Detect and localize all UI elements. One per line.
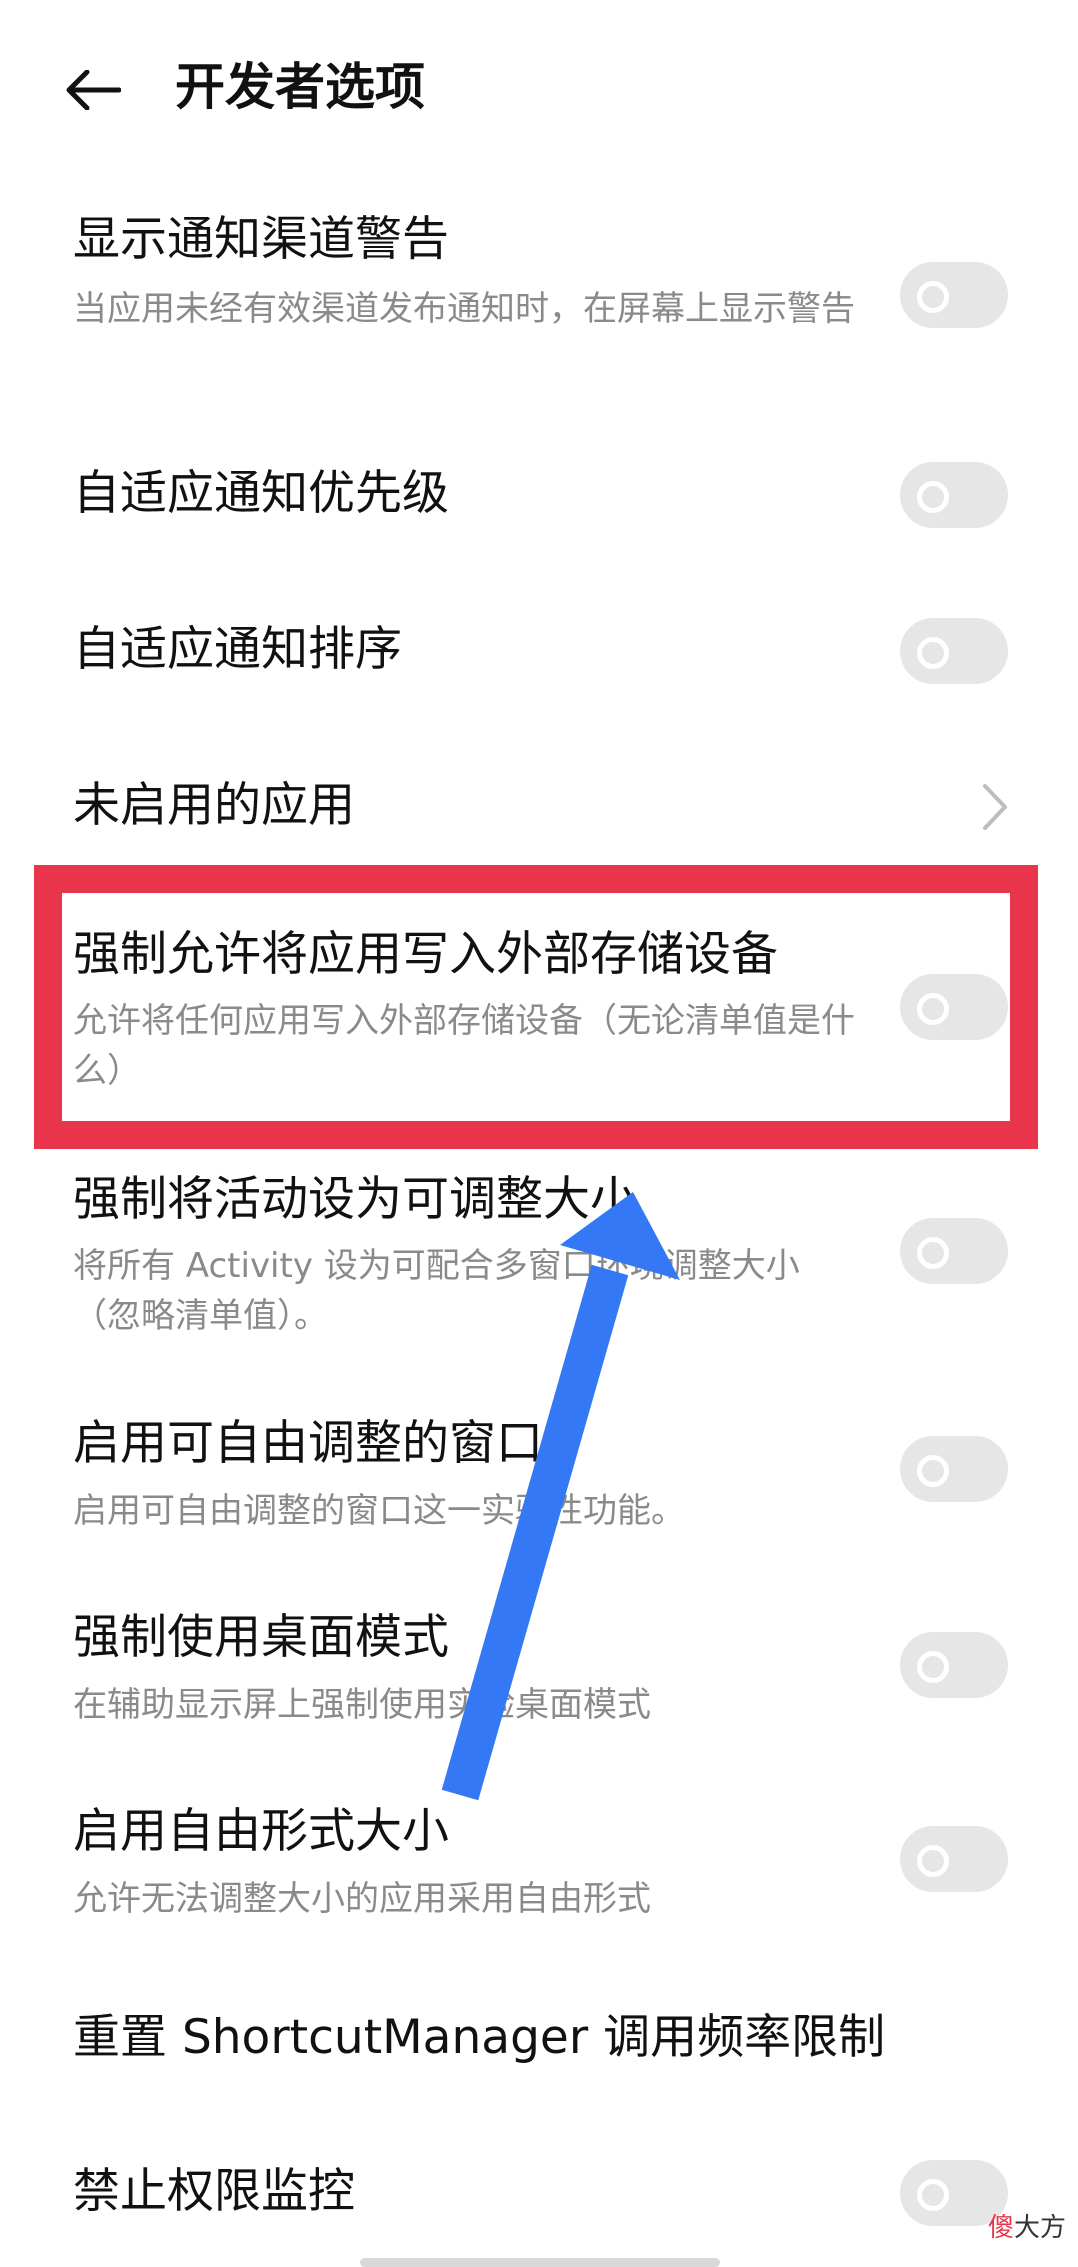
- setting-title-inactive-apps[interactable]: 未启用的应用: [73, 774, 355, 838]
- back-button[interactable]: [58, 55, 128, 125]
- watermark-first-char: 傻: [988, 2213, 1015, 2243]
- setting-subtitle-freeform-windows: 启用可自由调整的窗口这一实验性功能。: [73, 1491, 685, 1531]
- setting-subtitle-force-resizable-activities: 将所有 Activity 设为可配合多窗口环境调整大小（忽略清单值）。: [73, 1246, 800, 1336]
- setting-subtitle-force-allow-external-storage: 允许将任何应用写入外部存储设备（无论清单值是什么）: [73, 1001, 855, 1091]
- page-title: 开发者选项: [175, 58, 425, 116]
- toggle-freeform-windows[interactable]: [900, 1436, 1008, 1502]
- toggle-notification-channel-warning[interactable]: [900, 262, 1008, 328]
- top-app-bar: 开发者选项: [0, 0, 1078, 170]
- setting-title-disable-permission-monitoring[interactable]: 禁止权限监控: [73, 2160, 355, 2224]
- annotation-arrow: [441, 1192, 680, 1801]
- setting-title-freeform-windows[interactable]: 启用可自由调整的窗口: [73, 1412, 543, 1476]
- setting-subtitle-freeform-sizecompat: 允许无法调整大小的应用采用自由形式: [73, 1879, 651, 1919]
- toggle-knob: [917, 637, 949, 669]
- watermark: 傻大方: [988, 2210, 1066, 2246]
- setting-subtitle-force-desktop-mode: 在辅助显示屏上强制使用实验桌面模式: [73, 1685, 651, 1725]
- setting-title-freeform-sizecompat[interactable]: 启用自由形式大小: [73, 1800, 449, 1864]
- setting-title-force-allow-external-storage[interactable]: 强制允许将应用写入外部存储设备: [73, 923, 778, 987]
- toggle-knob: [917, 993, 949, 1025]
- arrow-left-icon: [66, 70, 121, 110]
- setting-title-force-resizable-activities[interactable]: 强制将活动设为可调整大小: [73, 1168, 637, 1232]
- toggle-knob: [917, 1651, 949, 1683]
- toggle-knob: [917, 481, 949, 513]
- toggle-knob: [917, 281, 949, 313]
- toggle-adaptive-notification-ranking[interactable]: [900, 618, 1008, 684]
- toggle-freeform-sizecompat[interactable]: [900, 1826, 1008, 1892]
- setting-title-adaptive-notification-ranking[interactable]: 自适应通知排序: [73, 618, 402, 682]
- setting-subtitle-notification-channel-warning: 当应用未经有效渠道发布通知时，在屏幕上显示警告: [73, 289, 855, 329]
- watermark-rest: 大方: [1014, 2213, 1067, 2243]
- toggle-knob: [917, 1455, 949, 1487]
- setting-title-adaptive-notification-priority[interactable]: 自适应通知优先级: [73, 462, 449, 526]
- toggle-force-resizable-activities[interactable]: [900, 1218, 1008, 1284]
- home-indicator[interactable]: [360, 2258, 720, 2267]
- setting-title-reset-shortcutmanager-rate-limit[interactable]: 重置 ShortcutManager 调用频率限制: [73, 2006, 885, 2070]
- toggle-knob: [917, 1845, 949, 1877]
- toggle-force-allow-external-storage[interactable]: [900, 974, 1008, 1040]
- setting-title-notification-channel-warning[interactable]: 显示通知渠道警告: [73, 208, 449, 272]
- setting-title-force-desktop-mode[interactable]: 强制使用桌面模式: [73, 1606, 449, 1670]
- chevron-right-icon[interactable]: [975, 782, 1015, 832]
- toggle-adaptive-notification-priority[interactable]: [900, 462, 1008, 528]
- toggle-knob: [917, 2179, 949, 2211]
- toggle-knob: [917, 1237, 949, 1269]
- toggle-force-desktop-mode[interactable]: [900, 1632, 1008, 1698]
